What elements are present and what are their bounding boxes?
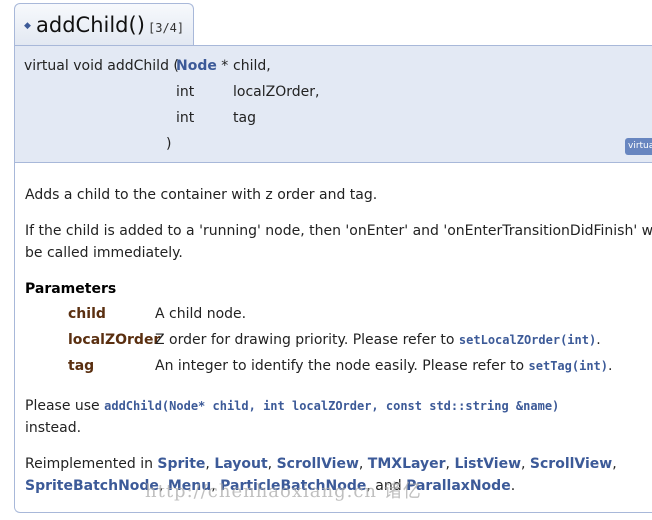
- reimplemented-separator: ,: [358, 456, 368, 472]
- prototype-prefix: virtual void addChild (: [24, 58, 179, 74]
- param-name-localzorder: localZOrder,: [233, 84, 320, 100]
- reimplemented-line1: Reimplemented in Sprite, Layout, ScrollV…: [25, 456, 617, 472]
- param-type-link[interactable]: Node: [176, 58, 217, 74]
- reimplemented-separator: ,: [267, 456, 277, 472]
- member-title: addChild(): [36, 13, 145, 37]
- param-doc-name-localzorder: localZOrder: [68, 332, 161, 348]
- member-title-tab: ◆ addChild() [3/4]: [14, 3, 194, 46]
- overload-counter: [3/4]: [148, 21, 185, 35]
- reimplemented-link-scrollview[interactable]: ScrollView: [530, 456, 612, 472]
- function-prototype: virtual void addChild ( Node * child, in…: [14, 45, 652, 163]
- reimplemented-separator: .: [510, 478, 516, 494]
- detail-description-line1: If the child is added to a 'running' nod…: [25, 223, 652, 239]
- param-doc-name-child: child: [68, 306, 106, 322]
- param-type-tag: int: [176, 110, 195, 126]
- param-type-localzorder: int: [176, 84, 195, 100]
- watermark: http://chenhaoxiang.cn 诸亿: [145, 481, 422, 502]
- param-type-child: Node *: [176, 58, 229, 74]
- settag-link[interactable]: setTag(int): [529, 359, 608, 373]
- parameters-heading: Parameters: [25, 281, 117, 297]
- reimplemented-link-tmxlayer[interactable]: TMXLayer: [368, 456, 446, 472]
- reimplemented-separator: ,: [205, 456, 215, 472]
- detail-description-line2: be called immediately.: [25, 245, 183, 261]
- diamond-bullet-icon: ◆: [24, 21, 31, 31]
- param-name-tag: tag: [233, 110, 256, 126]
- reimplemented-separator: ,: [612, 456, 617, 472]
- setlocalzorder-link[interactable]: setLocalZOrder(int): [459, 333, 596, 347]
- usage-note-suffix: instead.: [25, 420, 82, 436]
- reimplemented-link-parallaxnode[interactable]: ParallaxNode: [406, 478, 511, 494]
- param-doc-desc-localzorder: Z order for drawing priority. Please ref…: [155, 332, 601, 348]
- reimplemented-link-listview[interactable]: ListView: [454, 456, 521, 472]
- param-doc-desc-child: A child node.: [155, 306, 247, 322]
- param-doc-desc-tag: An integer to identify the node easily. …: [155, 358, 613, 374]
- param-name-child: child,: [233, 58, 271, 74]
- brief-description: Adds a child to the container with z ord…: [25, 187, 378, 203]
- reimplemented-link-scrollview[interactable]: ScrollView: [277, 456, 359, 472]
- reimplemented-separator: ,: [521, 456, 530, 472]
- reimplemented-link-layout[interactable]: Layout: [214, 456, 267, 472]
- addchild-name-link[interactable]: addChild(Node* child, int localZOrder, c…: [104, 399, 559, 413]
- reimplemented-link-sprite[interactable]: Sprite: [157, 456, 205, 472]
- prototype-close-paren: ): [166, 136, 172, 152]
- reimplemented-link-spritebatchnode[interactable]: SpriteBatchNode: [25, 478, 159, 494]
- param-doc-name-tag: tag: [68, 358, 95, 374]
- usage-note: Please use addChild(Node* child, int loc…: [25, 398, 560, 414]
- virtual-badge: virtual: [625, 138, 652, 155]
